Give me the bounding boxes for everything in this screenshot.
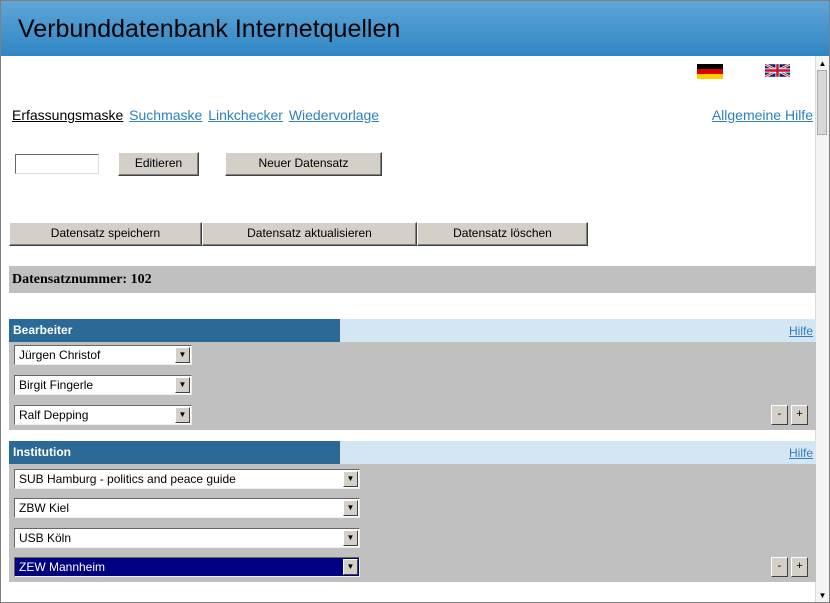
institution-select[interactable]: SUB Hamburg - politics and peace guide ▼	[14, 469, 360, 489]
chevron-down-icon[interactable]: ▼	[343, 559, 358, 575]
vertical-scrollbar[interactable]: ▲ ▼	[815, 56, 829, 602]
bearbeiter-select[interactable]: Ralf Depping ▼	[14, 405, 192, 425]
bearbeiter-select[interactable]: Jürgen Christof ▼	[14, 345, 192, 365]
bearbeiter-select-value: Ralf Depping	[19, 408, 89, 422]
record-id-input[interactable]	[15, 154, 99, 174]
nav-erfassungsmaske[interactable]: Erfassungsmaske	[12, 107, 123, 123]
delete-record-button[interactable]: Datensatz löschen	[417, 222, 588, 246]
app-title: Verbunddatenbank Internetquellen	[1, 1, 829, 56]
uk-flag-icon[interactable]	[765, 63, 790, 78]
bearbeiter-select-value: Jürgen Christof	[19, 348, 101, 362]
general-help-link[interactable]: Allgemeine Hilfe	[712, 107, 813, 123]
section-header-bearbeiter: Bearbeiter Hilfe	[9, 319, 816, 342]
scroll-up-arrow-icon[interactable]: ▲	[816, 56, 829, 70]
chevron-down-icon[interactable]: ▼	[175, 347, 190, 363]
update-record-button[interactable]: Datensatz aktualisieren	[202, 222, 417, 246]
chevron-down-icon[interactable]: ▼	[343, 471, 358, 487]
main-navigation: Erfassungsmaske Suchmaske Linkchecker Wi…	[12, 107, 381, 123]
scroll-thumb[interactable]	[817, 70, 827, 135]
institution-select-value: USB Köln	[19, 531, 72, 545]
add-bearbeiter-button[interactable]: +	[791, 405, 808, 425]
help-link-bearbeiter[interactable]: Hilfe	[789, 324, 813, 338]
nav-wiedervorlage[interactable]: Wiedervorlage	[289, 107, 379, 123]
edit-button[interactable]: Editieren	[118, 152, 199, 176]
chevron-down-icon[interactable]: ▼	[343, 500, 358, 516]
chevron-down-icon[interactable]: ▼	[343, 530, 358, 546]
remove-bearbeiter-button[interactable]: -	[771, 405, 788, 425]
scroll-down-arrow-icon[interactable]: ▼	[816, 588, 829, 602]
help-link-institution[interactable]: Hilfe	[789, 446, 813, 460]
add-institution-button[interactable]: +	[791, 557, 808, 577]
german-flag-icon[interactable]	[697, 64, 723, 79]
institution-select-value: ZBW Kiel	[19, 501, 70, 515]
institution-select[interactable]: ZBW Kiel ▼	[14, 498, 360, 518]
remove-institution-button[interactable]: -	[771, 557, 788, 577]
bearbeiter-select-value: Birgit Fingerle	[19, 378, 94, 392]
record-number: Datensatznummer: 102	[9, 266, 816, 293]
section-header-institution: Institution Hilfe	[9, 441, 816, 464]
nav-linkchecker[interactable]: Linkchecker	[208, 107, 283, 123]
institution-select-value: ZEW Mannheim	[19, 560, 106, 574]
chevron-down-icon[interactable]: ▼	[175, 377, 190, 393]
save-record-button[interactable]: Datensatz speichern	[9, 222, 202, 246]
chevron-down-icon[interactable]: ▼	[175, 407, 190, 423]
bearbeiter-select[interactable]: Birgit Fingerle ▼	[14, 375, 192, 395]
institution-select-value: SUB Hamburg - politics and peace guide	[19, 472, 236, 486]
institution-select[interactable]: ZEW Mannheim ▼	[14, 557, 360, 577]
new-record-button[interactable]: Neuer Datensatz	[225, 152, 382, 176]
institution-select[interactable]: USB Köln ▼	[14, 528, 360, 548]
section-title-institution: Institution	[9, 441, 340, 464]
section-title-bearbeiter: Bearbeiter	[9, 319, 340, 342]
nav-suchmaske[interactable]: Suchmaske	[129, 107, 202, 123]
